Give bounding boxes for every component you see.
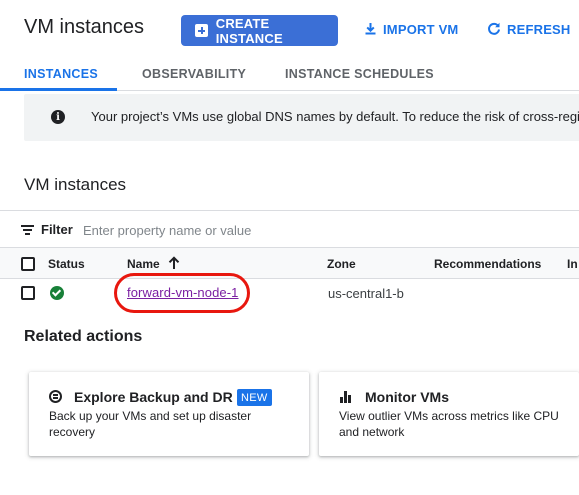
add-box-icon: [195, 24, 208, 37]
section-title: VM instances: [24, 175, 127, 194]
column-header-status[interactable]: Status: [48, 257, 85, 271]
table-header: Status Name Zone Recommendations In: [0, 248, 579, 279]
card-description-line: recovery: [49, 425, 96, 439]
select-all-checkbox[interactable]: [21, 257, 35, 271]
monitor-vms-card[interactable]: Monitor VMs View outlier VMs across metr…: [319, 372, 579, 456]
column-header-recommendations[interactable]: Recommendations: [434, 257, 541, 271]
tab-instances[interactable]: INSTANCES: [24, 58, 98, 90]
dns-info-banner: i Your project’s VMs use global DNS name…: [24, 94, 579, 141]
card-description-line: and network: [339, 425, 405, 439]
new-badge: NEW: [237, 389, 272, 406]
column-header-zone[interactable]: Zone: [327, 257, 356, 271]
create-instance-label: CREATE INSTANCE: [215, 15, 283, 46]
card-description-line: Back up your VMs and set up disaster: [49, 409, 252, 423]
backup-icon: [49, 390, 62, 403]
active-tab-indicator: [0, 88, 117, 91]
column-header-in-use-by[interactable]: In: [567, 257, 578, 271]
vm-name-link[interactable]: forward-vm-node-1: [127, 285, 239, 300]
page-title: VM instances: [24, 16, 145, 38]
tab-bar: INSTANCES OBSERVABILITY INSTANCE SCHEDUL…: [0, 58, 579, 91]
card-description: View outlier VMs across metrics like CPU…: [339, 408, 559, 440]
bar-chart-icon: [340, 391, 352, 403]
filter-bar: Filter: [0, 210, 579, 248]
filter-icon: [21, 225, 34, 235]
column-header-name[interactable]: Name: [127, 257, 160, 271]
tab-instance-schedules[interactable]: INSTANCE SCHEDULES: [285, 58, 434, 90]
import-vm-button[interactable]: IMPORT VM: [364, 18, 458, 40]
info-icon: i: [51, 110, 65, 124]
tab-observability[interactable]: OBSERVABILITY: [142, 58, 246, 90]
status-running-icon: [50, 286, 64, 300]
filter-input[interactable]: [83, 220, 563, 240]
create-instance-button[interactable]: CREATE INSTANCE: [181, 15, 338, 46]
card-title: Explore Backup and DR: [74, 389, 233, 405]
vm-zone: us-central1-b: [328, 286, 404, 301]
card-description-line: View outlier VMs across metrics like CPU: [339, 409, 559, 423]
row-checkbox[interactable]: [21, 286, 35, 300]
backup-dr-card[interactable]: Explore Backup and DR NEW Back up your V…: [29, 372, 309, 456]
card-description: Back up your VMs and set up disaster rec…: [49, 408, 251, 440]
import-vm-label: IMPORT VM: [383, 21, 459, 37]
refresh-label: REFRESH: [507, 21, 571, 37]
related-actions-title: Related actions: [24, 328, 143, 345]
table-row: [0, 279, 579, 308]
banner-text: Your project’s VMs use global DNS names …: [91, 109, 579, 124]
sort-ascending-icon[interactable]: [168, 256, 180, 270]
filter-label: Filter: [41, 222, 73, 237]
refresh-icon: [488, 22, 500, 35]
card-title: Monitor VMs: [365, 389, 449, 405]
page-header: VM instances CREATE INSTANCE IMPORT VM R…: [0, 0, 579, 58]
refresh-button[interactable]: REFRESH: [487, 18, 571, 40]
download-icon: [365, 23, 376, 35]
